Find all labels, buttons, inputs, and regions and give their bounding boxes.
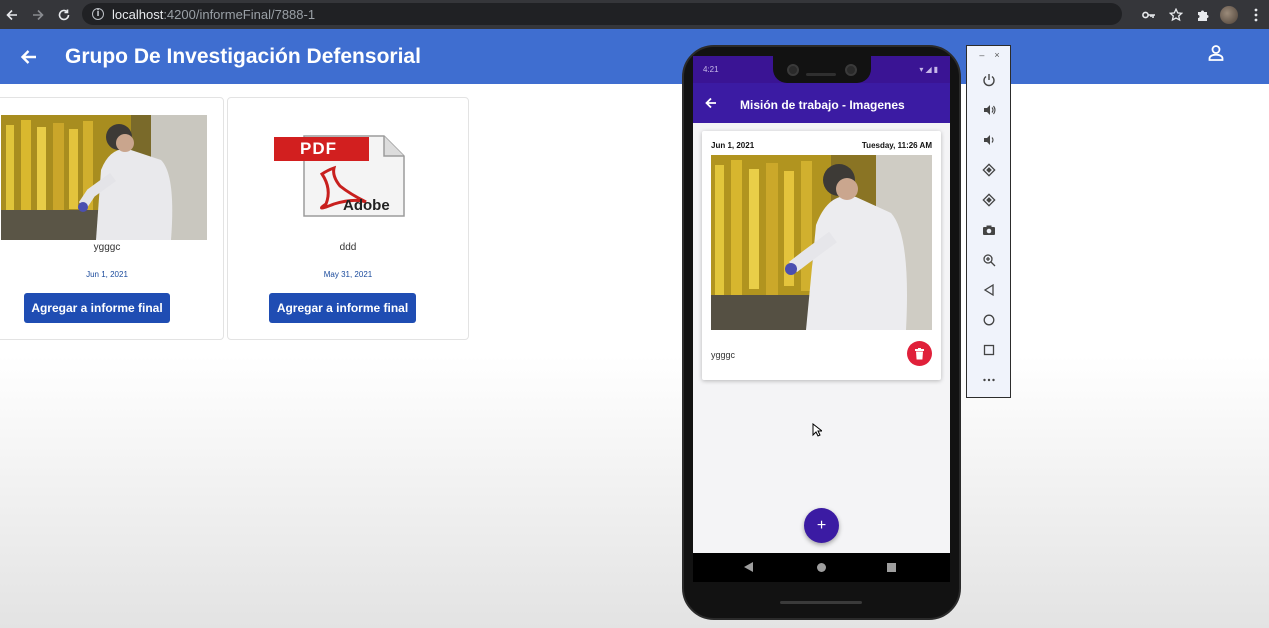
power-icon[interactable] xyxy=(979,70,999,90)
nav-recents-icon[interactable] xyxy=(887,563,896,572)
adobe-label: Adobe xyxy=(343,197,390,214)
add-fab-button[interactable]: + xyxy=(804,508,839,543)
back-arrow-icon[interactable] xyxy=(18,46,40,68)
android-nav-bar xyxy=(693,553,950,582)
evidence-photo[interactable] xyxy=(1,115,207,240)
url-host: localhost xyxy=(112,6,164,22)
item-timestamp: Tuesday, 11:26 AM xyxy=(861,141,932,150)
front-camera-icon xyxy=(787,64,799,76)
evidence-date: Jun 1, 2021 xyxy=(86,270,128,279)
url-text: localhost:4200/informeFinal/7888-1 xyxy=(112,7,315,22)
pdf-icon[interactable]: PDF Adobe xyxy=(274,134,406,219)
evidence-caption: ddd xyxy=(339,242,357,253)
menu-icon[interactable] xyxy=(1242,4,1269,26)
mouse-cursor-icon xyxy=(812,422,824,437)
mobile-app-bar: Misión de trabajo - Imagenes xyxy=(693,83,950,123)
trash-icon xyxy=(915,347,924,359)
extensions-icon[interactable] xyxy=(1189,4,1216,26)
delete-button[interactable] xyxy=(907,341,932,366)
app-header: Grupo De Investigación Defensorial xyxy=(0,29,1269,84)
status-time: 4:21 xyxy=(703,65,719,74)
volume-up-icon[interactable] xyxy=(979,100,999,120)
mobile-page-title: Misión de trabajo - Imagenes xyxy=(740,98,905,112)
item-photo[interactable] xyxy=(711,155,932,330)
key-icon[interactable] xyxy=(1135,4,1162,26)
item-caption: ygggc xyxy=(711,350,736,360)
mobile-content: Jun 1, 2021 Tuesday, 11:26 AM ygggc + xyxy=(693,123,950,553)
evidence-card: PDF Adobe ddd May 31, 2021 Agregar a inf… xyxy=(227,97,469,340)
nav-back-icon[interactable] xyxy=(744,562,753,572)
star-icon[interactable] xyxy=(1162,4,1189,26)
back-icon[interactable] xyxy=(1,4,23,26)
back-icon[interactable] xyxy=(979,280,999,300)
image-item-card: Jun 1, 2021 Tuesday, 11:26 AM ygggc xyxy=(702,131,941,380)
browser-actions xyxy=(1135,0,1269,29)
add-to-final-report-button[interactable]: Agregar a informe final xyxy=(269,293,416,323)
more-icon[interactable] xyxy=(979,370,999,390)
phone-chin xyxy=(780,601,862,604)
camera-icon[interactable] xyxy=(979,220,999,240)
profile-avatar[interactable] xyxy=(1220,5,1238,24)
phone-screen: 4:21 ▾◢▮ Misión de trabajo - Imagenes Ju… xyxy=(693,56,950,553)
evidence-date: May 31, 2021 xyxy=(323,270,373,279)
emulator-toolbar: – × xyxy=(966,45,1011,398)
forward-icon[interactable] xyxy=(27,4,49,26)
nav-home-icon[interactable] xyxy=(817,563,826,572)
zoom-icon[interactable] xyxy=(979,250,999,270)
overview-icon[interactable] xyxy=(979,340,999,360)
back-arrow-icon[interactable] xyxy=(704,96,718,110)
evidence-caption: ygggc xyxy=(93,242,121,253)
pdf-label: PDF xyxy=(300,139,337,158)
earpiece-speaker xyxy=(806,73,836,76)
item-date: Jun 1, 2021 xyxy=(711,141,755,150)
front-camera-icon xyxy=(845,64,857,76)
user-icon[interactable] xyxy=(1206,43,1226,63)
home-icon[interactable] xyxy=(979,310,999,330)
camera-notch xyxy=(773,56,871,83)
add-to-final-report-button[interactable]: Agregar a informe final xyxy=(24,293,170,323)
close-icon[interactable]: × xyxy=(994,50,999,62)
rotate-left-icon[interactable] xyxy=(979,160,999,180)
browser-toolbar: i localhost:4200/informeFinal/7888-1 xyxy=(0,0,1269,29)
url-path: :4200/informeFinal/7888-1 xyxy=(163,6,316,22)
address-bar[interactable]: i localhost:4200/informeFinal/7888-1 xyxy=(82,3,1122,25)
evidence-card: ygggc Jun 1, 2021 Agregar a informe fina… xyxy=(0,97,224,340)
volume-down-icon[interactable] xyxy=(979,130,999,150)
status-icons: ▾◢▮ xyxy=(919,65,940,74)
emulator-window-controls: – × xyxy=(967,50,1012,62)
minimize-icon[interactable]: – xyxy=(979,50,984,62)
reload-icon[interactable] xyxy=(53,4,75,26)
page-title: Grupo De Investigación Defensorial xyxy=(65,45,421,68)
info-icon[interactable]: i xyxy=(92,8,104,20)
rotate-right-icon[interactable] xyxy=(979,190,999,210)
